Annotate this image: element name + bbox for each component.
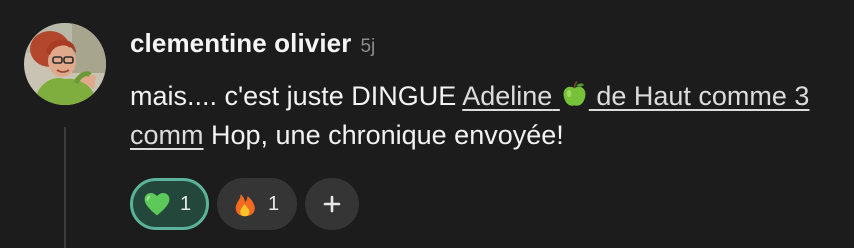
reactions-bar: 1 1: [130, 178, 359, 230]
plus-icon: [323, 195, 341, 213]
mention-name: Adeline: [462, 81, 553, 111]
green-heart-icon: [143, 190, 171, 218]
user-photo-avatar-icon: [24, 23, 106, 105]
reaction-count: 1: [268, 192, 280, 215]
author-name[interactable]: clementine olivier: [130, 28, 351, 59]
timestamp: 5j: [360, 36, 376, 57]
avatar[interactable]: [24, 23, 106, 105]
comment-header: clementine olivier 5j: [130, 28, 375, 64]
reaction-fire-button[interactable]: 1: [217, 178, 297, 230]
green-apple-icon: [563, 81, 586, 106]
reaction-green-heart-button[interactable]: 1: [130, 178, 209, 230]
reaction-count: 1: [180, 192, 192, 215]
comment-text: mais.... c'est juste DINGUE Adeline de H…: [130, 77, 830, 155]
comment-text-after: Hop, une chronique envoyée!: [203, 120, 564, 150]
fire-icon: [231, 190, 259, 218]
comment: clementine olivier 5j mais.... c'est jus…: [0, 0, 854, 248]
comment-text-before: mais.... c'est juste DINGUE: [130, 81, 463, 111]
thread-line: [64, 127, 66, 248]
add-reaction-button[interactable]: [305, 178, 359, 230]
